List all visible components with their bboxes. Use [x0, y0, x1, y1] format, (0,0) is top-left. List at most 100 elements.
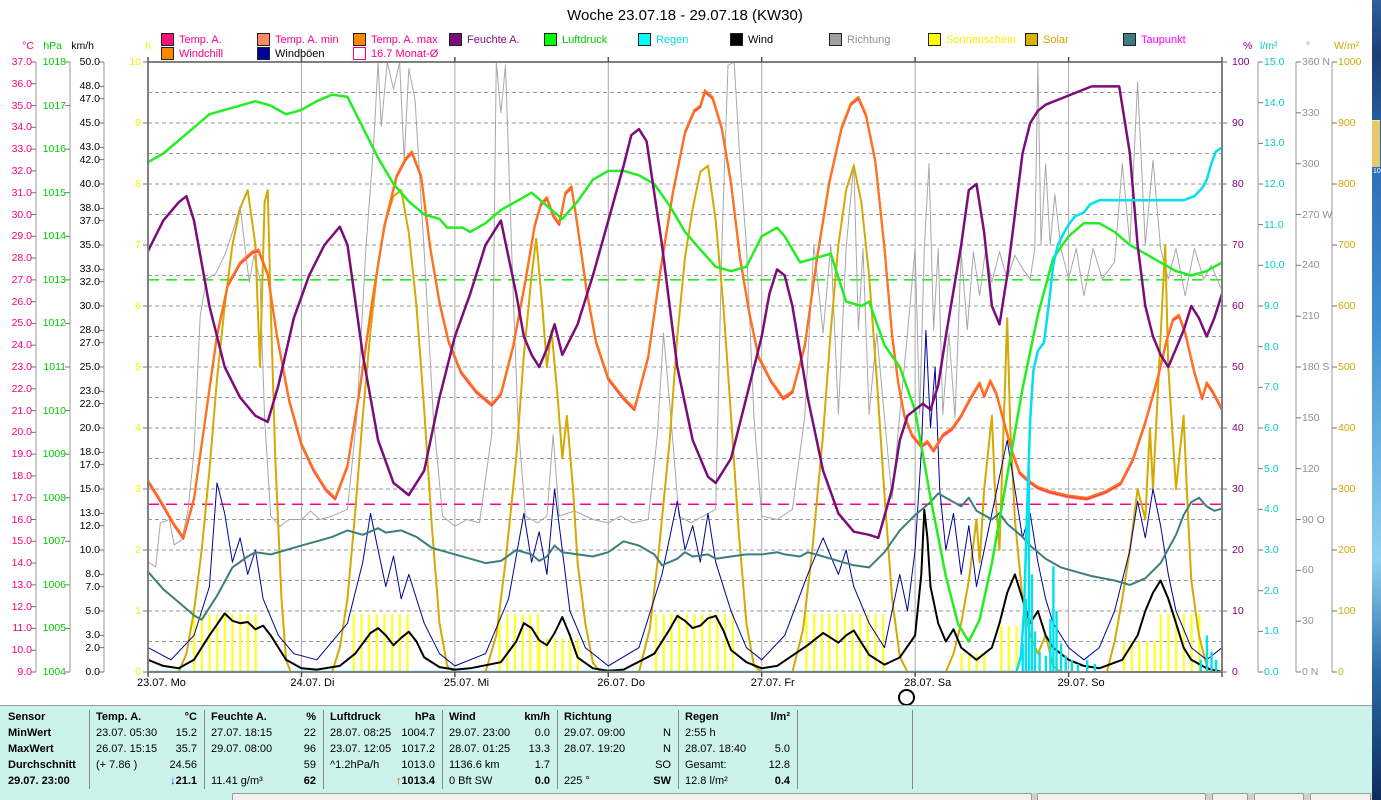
x-axis-day-label: 26.07. Do [597, 677, 645, 689]
axis-tick-label-temp: 36.0 [11, 77, 32, 90]
axis-tick-label-temp: 14.0 [11, 557, 32, 570]
axis-tick-label-wind: 20.0 [79, 422, 100, 434]
axis-tick-label-solar: 0 [1338, 666, 1344, 678]
axis-tick-label-sun: 8 [135, 178, 141, 190]
axis-unit-pct: % [1243, 40, 1253, 52]
axis-tick-label-dir: 360 N [1302, 56, 1331, 68]
table-value: 24.56 [169, 759, 197, 771]
axis-tick-label-wind: 8.0 [85, 568, 100, 581]
axis-tick-label-sun: 10 [129, 56, 141, 68]
table-current-value: ↓21.1 [170, 775, 197, 787]
axis-tick-label-solar: 200 [1338, 544, 1356, 556]
axis-tick-label-pct: 40 [1232, 422, 1244, 434]
table-row-label: MinWert [8, 727, 52, 739]
table-value: 0.0 [534, 775, 550, 787]
axis-tick-label-wind: 17.0 [79, 458, 100, 471]
axis-tick-label-wind: 47.0 [79, 92, 100, 105]
chart-svg [31, 57, 1337, 677]
bottom-panel-strip [0, 793, 1372, 800]
table-value: 12.8 [768, 759, 790, 771]
axis-tick-label-temp: 28.0 [11, 252, 32, 265]
table-col-header: Richtung [564, 711, 612, 723]
time-slider-handle[interactable] [898, 689, 915, 706]
table-value: 1.7 [534, 759, 550, 771]
axis-tick-label-pct: 90 [1232, 117, 1244, 129]
axis-tick-label-dir: 240 [1302, 259, 1320, 272]
axis-tick-label-sun: 5 [135, 361, 141, 373]
table-value: N [663, 727, 671, 739]
table-value: SO [655, 759, 671, 771]
axis-tick-label-dir: 330 [1302, 106, 1320, 119]
axis-tick-label-sun: 6 [135, 300, 141, 312]
axis-tick-label-rain: 6.0 [1264, 422, 1279, 434]
axis-unit-dir: ° [1306, 40, 1311, 52]
axis-tick-label-wind: 0.0 [85, 666, 100, 678]
desktop-folder-icon [1372, 120, 1380, 167]
axis-tick-label-rain: 12.0 [1264, 178, 1285, 190]
axis-tick-label-wind: 45.0 [79, 117, 100, 129]
axis-tick-label-wind: 7.0 [85, 580, 100, 593]
table-column-separator [557, 710, 558, 789]
table-value: 0.4 [774, 775, 790, 787]
axis-tick-label-dir: 90 O [1302, 513, 1325, 526]
axis-tick-label-wind: 13.0 [79, 507, 100, 520]
axis-tick-label-rain: 11.0 [1264, 218, 1284, 231]
x-axis-day-label: 28.07. Sa [904, 677, 952, 689]
axis-tick-label-wind: 30.0 [79, 300, 100, 312]
table-value: 0.0 [534, 727, 550, 739]
axis-unit-solar: W/m² [1334, 40, 1360, 52]
axis-tick-label-rain: 1.0 [1264, 625, 1279, 638]
axis-tick-label-wind: 40.0 [79, 178, 100, 190]
axis-tick-label-solar: 700 [1338, 239, 1356, 251]
bottom-panel-edge [1037, 793, 1206, 800]
axis-unit-sun: h [145, 40, 151, 52]
x-axis-day-label: 24.07. Di [290, 677, 335, 689]
axis-tick-label-temp: 24.0 [11, 339, 32, 352]
table-col-unit: km/h [524, 711, 550, 723]
axis-tick-label-solar: 600 [1338, 300, 1356, 312]
axis-tick-label-wind: 12.0 [79, 519, 100, 532]
axis-tick-label-rain: 8.0 [1264, 340, 1279, 353]
table-col-unit: hPa [414, 711, 435, 723]
table-value: 1013.0 [401, 759, 435, 771]
axis-tick-label-rain: 15.0 [1264, 56, 1285, 68]
table-value: 22 [303, 727, 316, 739]
desktop-wallpaper-strip: 10 [1372, 0, 1381, 800]
axis-tick-label-dir: 210 [1302, 310, 1320, 323]
axis-tick-label-wind: 37.0 [79, 214, 100, 227]
axis-unit-wind: km/h [71, 40, 94, 52]
axis-tick-label-temp: 32.0 [11, 164, 32, 177]
axis-tick-label-pct: 60 [1232, 300, 1244, 312]
axis-tick-label-dir: 60 [1302, 564, 1314, 577]
axis-tick-label-wind: 28.0 [79, 324, 100, 337]
axis-tick-label-rain: 10.0 [1264, 259, 1285, 272]
axis-tick-label-dir: 120 [1302, 462, 1320, 475]
table-col-unit: % [306, 711, 316, 723]
table-column-separator [323, 710, 324, 789]
table-col-unit: °C [184, 711, 197, 723]
axis-tick-label-rain: 0.0 [1264, 666, 1279, 678]
axis-tick-label-rain: 5.0 [1264, 462, 1279, 475]
table-value: 1017.2 [401, 743, 435, 755]
axis-tick-label-wind: 48.0 [79, 80, 100, 93]
axis-tick-label-temp: 34.0 [11, 121, 32, 134]
table-row-label: Sensor [8, 711, 46, 723]
axis-tick-label-wind: 25.0 [79, 361, 100, 373]
table-value: N [663, 743, 671, 755]
axis-tick-label-solar: 900 [1338, 117, 1356, 129]
x-axis-day-label: 27.07. Fr [750, 677, 795, 689]
table-value: 1004.7 [401, 727, 435, 739]
axis-unit-rain: l/m² [1260, 40, 1278, 52]
stats-table: Sensor MinWert MaxWert Durchschnitt 29.07. 2… [0, 705, 1372, 794]
weather-app-window: { "title": "Woche 23.07.18 - 29.07.18 (K… [0, 0, 1381, 800]
x-axis-day-label: 23.07. Mo [137, 677, 186, 689]
table-value: 96 [303, 743, 316, 755]
axis-tick-label-wind: 35.0 [79, 239, 100, 251]
axis-tick-label-pct: 0 [1232, 666, 1238, 678]
axis-tick-label-pct: 80 [1232, 178, 1244, 190]
axis-tick-label-pct: 30 [1232, 483, 1244, 495]
axis-tick-label-wind: 42.0 [79, 153, 100, 166]
axis-tick-label-solar: 800 [1338, 178, 1356, 190]
table-value: 59 [303, 759, 316, 771]
axis-tick-label-dir: 300 [1302, 157, 1320, 170]
